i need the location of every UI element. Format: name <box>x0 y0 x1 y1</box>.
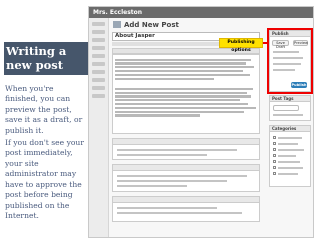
menu-item[interactable] <box>92 62 105 66</box>
publish-panel-heading: Publish <box>270 31 310 37</box>
menu-item[interactable] <box>92 70 105 74</box>
category-checkbox[interactable] <box>273 142 276 145</box>
admin-menu <box>89 18 109 237</box>
categories-heading: Categories <box>270 126 310 132</box>
tags-input[interactable] <box>273 105 299 111</box>
category-checkbox[interactable] <box>273 136 276 139</box>
menu-item[interactable] <box>92 22 105 26</box>
categories-panel: Categories <box>269 125 311 187</box>
panel-heading-bar <box>113 165 259 171</box>
menu-item[interactable] <box>92 94 105 98</box>
save-draft-button[interactable]: Save Draft <box>272 40 289 49</box>
site-name[interactable]: Mrs. Eccleston <box>93 8 142 17</box>
posts-icon <box>113 21 121 28</box>
slide-paragraph-2: If you don't see your post immediately, … <box>5 138 84 221</box>
publishing-options-callout: Publishing options <box>219 38 263 53</box>
menu-item[interactable] <box>92 38 105 42</box>
slide-title: Writing a new post <box>4 42 88 76</box>
custom-fields-panel <box>112 196 260 222</box>
category-checkbox[interactable] <box>273 166 276 169</box>
menu-item[interactable] <box>92 30 105 34</box>
post-editor[interactable] <box>112 54 260 134</box>
preview-button[interactable]: Preview <box>293 40 308 46</box>
category-checkbox[interactable] <box>273 148 276 151</box>
admin-topbar: Mrs. Eccleston <box>89 7 313 18</box>
menu-item[interactable] <box>92 54 105 58</box>
tags-heading: Post Tags <box>270 96 310 102</box>
tags-panel: Post Tags <box>269 95 311 121</box>
menu-item[interactable] <box>92 78 105 82</box>
trackbacks-panel <box>112 164 260 192</box>
category-checkbox[interactable] <box>273 154 276 157</box>
excerpt-panel <box>112 138 260 160</box>
slide-paragraph-1: When you're finished, you can preview th… <box>5 84 83 135</box>
category-checkbox[interactable] <box>273 160 276 163</box>
panel-heading-bar <box>113 197 259 203</box>
menu-item[interactable] <box>92 46 105 50</box>
page-heading: Add New Post <box>113 21 179 30</box>
publish-panel: Publish Save Draft Preview Publish <box>267 28 313 94</box>
slide-text-panel: Writing a new post When you're finished,… <box>0 0 88 240</box>
wordpress-screenshot: Mrs. Eccleston Add New Post About Jasper… <box>88 6 314 238</box>
page-heading-text: Add New Post <box>124 21 179 29</box>
menu-item[interactable] <box>92 86 105 90</box>
panel-heading-bar <box>113 139 259 145</box>
category-checkbox[interactable] <box>273 172 276 175</box>
publish-button[interactable]: Publish <box>291 82 307 88</box>
